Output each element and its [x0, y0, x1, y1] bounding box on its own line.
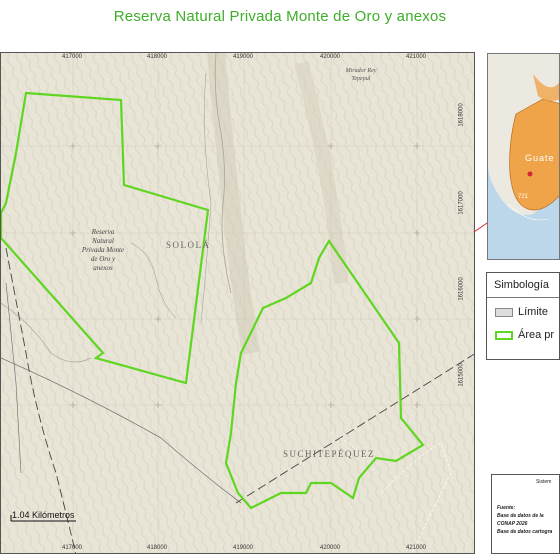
y-tick-4: 1615000	[458, 363, 465, 387]
x-tick-top-5: 421000	[406, 54, 427, 60]
solola-label: SOLOLÁ	[166, 240, 211, 250]
map-canvas	[1, 53, 474, 553]
x-tick-bottom-2: 418000	[147, 545, 168, 551]
x-tick-top-3: 419000	[233, 54, 254, 60]
x-tick-bottom-3: 419000	[233, 545, 254, 551]
x-tick-top-1: 417000	[62, 54, 83, 60]
x-tick-bottom-5: 421000	[406, 545, 427, 551]
legend-divider	[487, 297, 559, 298]
legend-title: Simbología	[494, 279, 550, 291]
source-line-3: CONAP 2026	[497, 521, 528, 527]
x-tick-top-2: 418000	[147, 54, 168, 60]
mirador-label: Mirador Rey Tepepul	[345, 68, 377, 82]
y-tick-3: 1616000	[458, 277, 465, 301]
map-title: Reserva Natural Privada Monte de Oro y a…	[113, 8, 447, 25]
legend-item-boundary: Límite	[495, 306, 548, 318]
x-tick-bottom-4: 420000	[320, 545, 341, 551]
legend: Simbología Límite Área pr	[486, 272, 560, 360]
legend-swatch-protected-area	[495, 330, 513, 340]
reserve-label: Reserva Natural Privada Monte de Oro y a…	[81, 228, 125, 272]
source-box: Sistem Fuente: Base de datos de la CONAP…	[491, 474, 560, 554]
inset-country-label: Guate	[525, 153, 555, 163]
x-tick-top-4: 420000	[320, 54, 341, 60]
source-line-2: Base de datos de la	[497, 513, 544, 519]
legend-swatch-boundary	[495, 307, 513, 317]
y-tick-2: 1617000	[458, 191, 465, 215]
source-line-4: Base de datos cartogra	[497, 529, 553, 535]
inset-map[interactable]: Guate 721	[487, 53, 560, 260]
y-tick-1: 1618000	[458, 103, 465, 127]
x-tick-bottom-1: 417000	[62, 545, 83, 551]
source-line-1: Fuente:	[497, 505, 516, 511]
suchitepequez-label: SUCHITEPÉQUEZ	[283, 449, 375, 459]
scale-label: 1.04 Kilómetros	[12, 510, 75, 520]
inset-number-label: 721	[518, 194, 529, 200]
main-map[interactable]: Reserva Natural Privada Monte de Oro y a…	[0, 52, 475, 554]
legend-item-protected-area: Área pr	[495, 329, 554, 341]
source-title: Sistem	[536, 479, 552, 485]
